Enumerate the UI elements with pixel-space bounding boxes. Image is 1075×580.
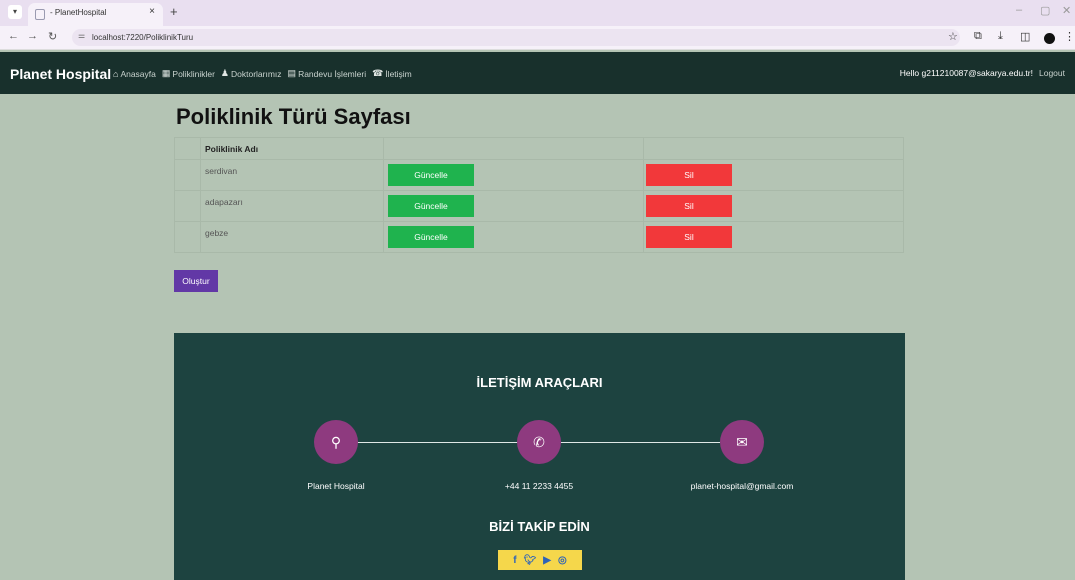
nav-link-doktorlarimiz[interactable]: ♟ Doktorlarımız	[221, 68, 282, 79]
column-header-poliklinik-adi: Poliklinik Adı	[200, 137, 384, 160]
contact-section-title: İLETİŞİM ARAÇLARI	[476, 375, 603, 390]
poliklinik-name: gebze	[200, 221, 384, 253]
nav-link-poliklinikler[interactable]: ▦ Poliklinikler	[162, 68, 215, 79]
table-cell: Güncelle	[383, 190, 644, 222]
browser-tab-bar: ▾ - PlanetHospital × + – ▢ ✕	[0, 0, 1075, 26]
nav-link-label: Anasayfa	[120, 68, 156, 79]
brand-link[interactable]: Planet Hospital	[10, 66, 111, 82]
table-header-row: Poliklinik Adı	[174, 137, 904, 160]
nav-link-label: Poliklinikler	[172, 68, 215, 79]
calendar-icon: ▤	[287, 68, 297, 78]
page-favicon-icon	[35, 9, 45, 20]
url-text[interactable]: localhost:7220/PoliklinikTuru	[92, 33, 193, 42]
browser-toolbar: ← → ↻ ⚌ localhost:7220/PoliklinikTuru ☆ …	[0, 26, 1075, 50]
menu-kebab-icon[interactable]: ⋮	[1064, 30, 1075, 43]
user-icon: ♟	[220, 68, 229, 78]
instagram-icon[interactable]: ◎	[558, 555, 567, 566]
tab-title: - PlanetHospital	[50, 8, 107, 17]
nav-links: ⌂ Anasayfa ▦ Poliklinikler ♟ Doktorlarımız …	[113, 68, 412, 79]
page-title: Poliklinik Türü Sayfası	[176, 104, 411, 129]
twitter-icon[interactable]: 🐦︎	[524, 555, 537, 566]
table-cell: Güncelle	[383, 159, 644, 191]
connector-line	[356, 442, 518, 443]
table-cell: Güncelle	[383, 221, 644, 253]
close-window-icon[interactable]: ✕	[1062, 4, 1071, 17]
tab-close-icon[interactable]: ×	[149, 6, 155, 17]
nav-link-label: Randevu İşlemleri	[298, 68, 367, 79]
user-greeting[interactable]: Hello g211210087@sakarya.edu.tr!	[900, 68, 1033, 78]
bookmark-star-icon[interactable]: ☆	[948, 30, 958, 43]
restore-icon[interactable]: ▢	[1040, 4, 1050, 17]
home-icon: ⌂	[113, 68, 119, 79]
address-bar[interactable]: ⚌ localhost:7220/PoliklinikTuru	[72, 29, 960, 46]
nav-link-label: İletişim	[385, 68, 412, 79]
location-icon: ⚲	[314, 420, 358, 464]
youtube-icon[interactable]: ▶	[543, 555, 551, 566]
logout-link[interactable]: Logout	[1039, 68, 1065, 78]
tab-search-chevron-icon[interactable]: ▾	[8, 5, 22, 19]
table-cell	[174, 190, 201, 222]
nav-link-anasayfa[interactable]: ⌂ Anasayfa	[113, 68, 156, 79]
table-row: adapazarı Güncelle Sil	[174, 190, 904, 222]
update-button[interactable]: Güncelle	[388, 226, 474, 248]
browser-tab[interactable]: - PlanetHospital ×	[28, 3, 163, 26]
table-row: serdivan Güncelle Sil	[174, 159, 904, 191]
forward-icon[interactable]: →	[27, 30, 38, 42]
connector-line	[561, 442, 720, 443]
phone-icon: ✆	[517, 420, 561, 464]
poliklinik-name: adapazarı	[200, 190, 384, 222]
hospital-icon: ▦	[161, 68, 171, 78]
delete-button[interactable]: Sil	[646, 195, 732, 217]
nav-link-randevu[interactable]: ▤ Randevu İşlemleri	[288, 68, 367, 79]
facebook-icon[interactable]: f	[513, 555, 516, 566]
minimize-icon[interactable]: –	[1016, 4, 1022, 16]
follow-section-title: BİZİ TAKİP EDİN	[489, 519, 590, 534]
profile-avatar[interactable]	[1044, 33, 1055, 44]
table-row: gebze Güncelle Sil	[174, 221, 904, 253]
table-cell: Sil	[643, 159, 904, 191]
envelope-icon: ✉	[720, 420, 764, 464]
table-header-blank	[383, 137, 644, 160]
phone-icon: ☎	[372, 68, 384, 78]
create-button[interactable]: Oluştur	[174, 270, 218, 292]
new-tab-button[interactable]: +	[170, 4, 178, 19]
contact-email: planet-hospital@gmail.com	[690, 481, 794, 491]
footer: İLETİŞİM ARAÇLARI ⚲ ✆ ✉ Planet Hospital …	[174, 333, 905, 580]
extensions-icon[interactable]: ⧉	[974, 30, 982, 43]
site-info-icon[interactable]: ⚌	[78, 31, 85, 40]
table-cell: Sil	[643, 221, 904, 253]
table-cell	[174, 159, 201, 191]
back-icon[interactable]: ←	[8, 30, 19, 42]
nav-link-iletisim[interactable]: ☎ İletişim	[372, 68, 412, 79]
poliklinik-name: serdivan	[200, 159, 384, 191]
download-icon[interactable]: ⤓	[998, 30, 1003, 43]
table-cell	[174, 221, 201, 253]
poliklinik-table: Poliklinik Adı serdivan Güncelle Sil ada…	[174, 137, 904, 253]
contact-address: Planet Hospital	[307, 481, 365, 491]
update-button[interactable]: Güncelle	[388, 195, 474, 217]
user-area: Hello g211210087@sakarya.edu.tr! Logout	[900, 68, 1065, 78]
table-header-blank	[174, 137, 201, 160]
side-panel-icon[interactable]: ◫	[1020, 30, 1030, 43]
update-button[interactable]: Güncelle	[388, 164, 474, 186]
contact-phone: +44 11 2233 4455	[504, 481, 574, 491]
table-cell: Sil	[643, 190, 904, 222]
delete-button[interactable]: Sil	[646, 164, 732, 186]
reload-icon[interactable]: ↻	[48, 30, 57, 43]
nav-link-label: Doktorlarımız	[231, 68, 282, 79]
delete-button[interactable]: Sil	[646, 226, 732, 248]
table-header-blank	[643, 137, 904, 160]
social-links: f 🐦︎ ▶ ◎	[498, 550, 582, 570]
site-navbar: Planet Hospital ⌂ Anasayfa ▦ Poliklinikler…	[0, 52, 1075, 94]
